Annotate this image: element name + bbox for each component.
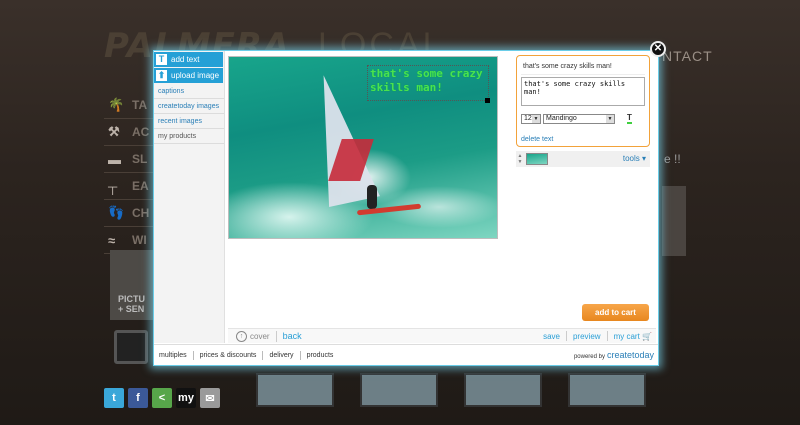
add-to-cart-button[interactable]: add to cart: [582, 304, 649, 321]
text-color-icon[interactable]: T: [627, 114, 632, 124]
arrow-up-circle-icon: ↑: [236, 330, 247, 342]
upload-image-button[interactable]: ⬆ upload image: [154, 68, 223, 83]
nav-item[interactable]: 👣 CH: [104, 200, 154, 227]
add-text-button[interactable]: T add text: [154, 52, 223, 67]
menu-item-createtoday-images[interactable]: createtoday images: [154, 99, 224, 114]
divider: [299, 350, 301, 360]
myspace-icon[interactable]: my: [176, 388, 196, 408]
canvas-text-layer[interactable]: that's some crazy skills man!: [367, 65, 489, 101]
site-nav: 🌴 TA ⚒ AC ▬ SL ┬ EA 👣 CH ≈ WI: [104, 92, 154, 254]
action-links: save preview my cart 🛒: [543, 331, 656, 341]
nav-item[interactable]: ▬ SL: [104, 146, 154, 173]
my-cart-label: my cart: [613, 331, 640, 341]
divider: [275, 330, 277, 342]
upload-arrow-icon: ⬆: [156, 70, 167, 81]
layer-order-arrows[interactable]: ▲ ▼: [516, 153, 524, 165]
editor-bottom-bar: ↑ cover back save preview my cart 🛒: [228, 328, 656, 343]
picture-label: PICTU + SEN: [118, 294, 145, 314]
side-text: e !!: [664, 152, 681, 166]
nav-item[interactable]: ┬ EA: [104, 173, 154, 200]
footer-link-products[interactable]: products: [307, 352, 334, 359]
cover-label: cover: [250, 331, 270, 341]
powered-by[interactable]: powered by createtoday: [574, 350, 658, 360]
chevron-down-icon: ▼: [606, 115, 614, 123]
layer-row[interactable]: ▲ ▼ tools ▾: [516, 151, 650, 167]
cover-button[interactable]: ↑ cover: [228, 330, 270, 342]
properties-panel: that's some crazy skills man! that's som…: [516, 55, 650, 167]
social-links: t f < my ✉: [104, 388, 220, 408]
editor-footer: multiples prices & discounts delivery pr…: [154, 344, 658, 365]
waves-icon: ≈: [108, 232, 116, 248]
design-canvas[interactable]: that's some crazy skills man!: [228, 56, 498, 239]
nav-contact-link[interactable]: NTACT: [662, 48, 713, 64]
nav-label: TA: [132, 98, 148, 112]
side-image: [662, 186, 686, 256]
bed-icon: ▬: [108, 151, 121, 167]
font-size-value: 12: [524, 115, 532, 122]
divider: [606, 331, 608, 341]
picnic-table-icon: ┬: [108, 178, 118, 194]
add-text-label: add text: [171, 55, 200, 64]
product-editor-modal: T add text ⬆ upload image captions creat…: [153, 50, 659, 366]
font-controls: 12 ▼ Mandingo ▼ T: [521, 114, 645, 124]
nav-label: EA: [132, 179, 149, 193]
facebook-icon[interactable]: f: [128, 388, 148, 408]
text-icon: T: [156, 54, 167, 65]
twitter-icon[interactable]: t: [104, 388, 124, 408]
save-link[interactable]: save: [543, 332, 560, 341]
tv-icon[interactable]: [114, 330, 148, 364]
email-icon[interactable]: ✉: [200, 388, 220, 408]
layer-thumbnail[interactable]: [526, 153, 548, 165]
thumbnail-image[interactable]: [360, 373, 438, 407]
font-size-select[interactable]: 12 ▼: [521, 114, 541, 124]
chevron-down-icon: ▼: [532, 115, 540, 123]
preview-link[interactable]: preview: [573, 332, 601, 341]
nav-item[interactable]: 🌴 TA: [104, 92, 154, 119]
divider: [565, 331, 567, 341]
my-cart-link[interactable]: my cart 🛒: [614, 332, 652, 341]
hammer-icon: ⚒: [108, 124, 120, 139]
nav-label: SL: [132, 152, 148, 166]
thumbnail-image[interactable]: [256, 373, 334, 407]
menu-item-captions[interactable]: captions: [154, 84, 224, 99]
back-link[interactable]: back: [283, 331, 302, 341]
text-layer-title: that's some crazy skills man!: [521, 60, 645, 75]
upload-image-label: upload image: [171, 71, 220, 80]
menu-item-recent-images[interactable]: recent images: [154, 114, 224, 129]
nav-label: CH: [132, 206, 150, 220]
delete-text-link[interactable]: delete text: [521, 136, 553, 143]
close-icon[interactable]: ✕: [650, 41, 666, 57]
menu-item-my-products[interactable]: my products: [154, 129, 224, 144]
divider: [192, 350, 194, 360]
tool-sidebar: T add text ⬆ upload image captions creat…: [154, 51, 225, 343]
background-thumbnails: [256, 373, 646, 407]
powered-by-label: powered by: [573, 354, 605, 360]
nav-label: WI: [132, 233, 147, 247]
share-icon[interactable]: <: [152, 388, 172, 408]
tools-dropdown[interactable]: tools ▾: [623, 154, 646, 163]
thumbnail-image[interactable]: [464, 373, 542, 407]
divider: [262, 350, 264, 360]
rider-shape: [367, 185, 377, 209]
footprints-icon: 👣: [108, 205, 125, 220]
font-family-value: Mandingo: [546, 115, 577, 122]
text-content-input[interactable]: that's some crazy skills man!: [521, 77, 645, 106]
nav-item[interactable]: ⚒ AC: [104, 119, 154, 146]
footer-link-multiples[interactable]: multiples: [159, 352, 187, 359]
footer-link-prices[interactable]: prices & discounts: [200, 352, 257, 359]
cart-icon: 🛒: [642, 331, 652, 341]
footer-link-delivery[interactable]: delivery: [269, 352, 293, 359]
font-family-select[interactable]: Mandingo ▼: [543, 114, 615, 124]
nav-label: AC: [132, 125, 150, 139]
resize-handle[interactable]: [485, 98, 490, 103]
createtoday-logo: createtoday: [606, 350, 654, 360]
text-editor-box: that's some crazy skills man! that's som…: [516, 55, 650, 147]
thumbnail-image[interactable]: [568, 373, 646, 407]
palm-tree-icon: 🌴: [108, 97, 125, 112]
